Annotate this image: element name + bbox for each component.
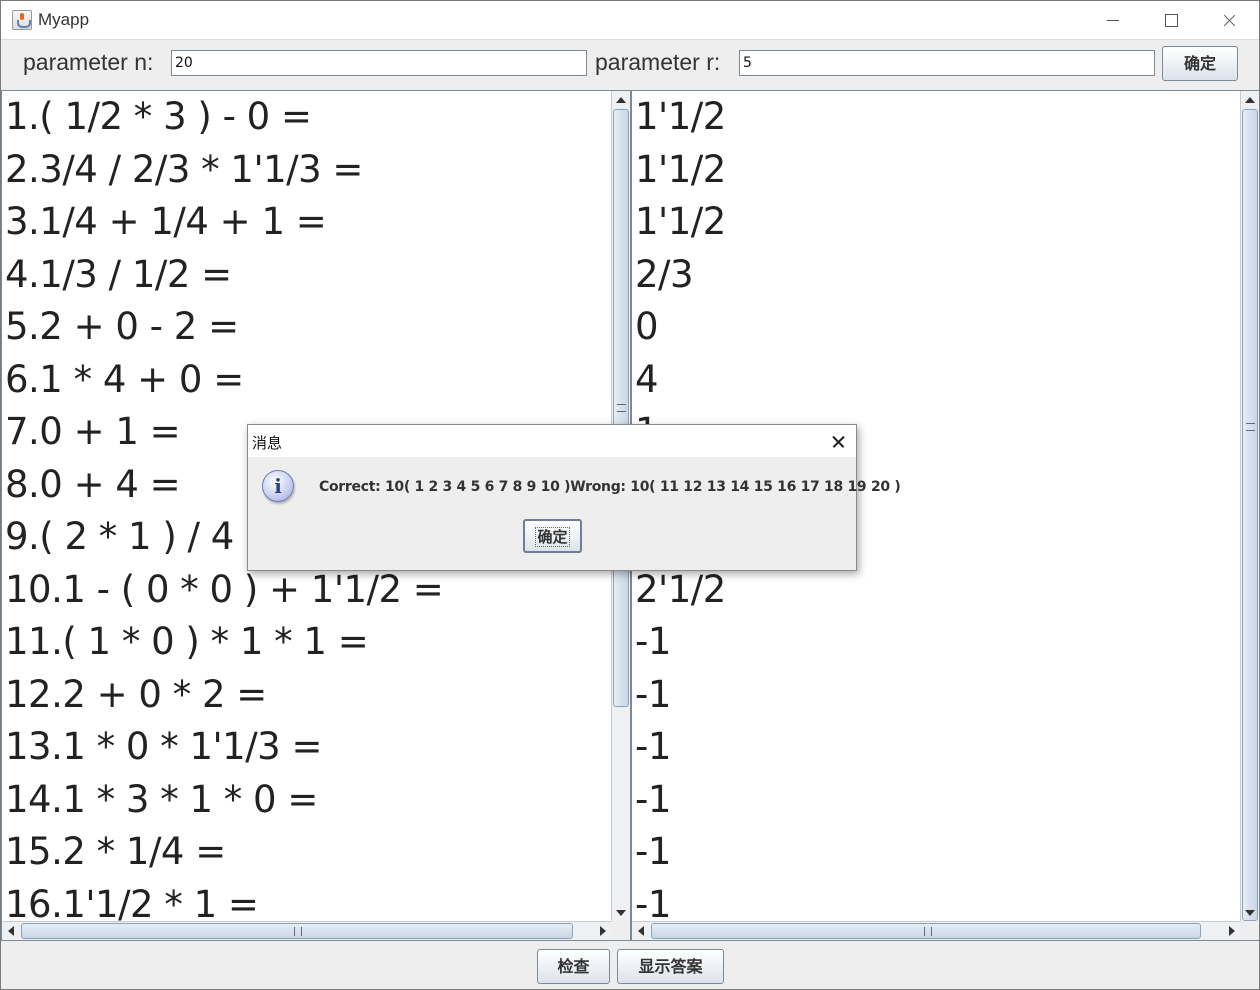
answer-line: 4 xyxy=(635,357,659,401)
scroll-left-arrow-icon[interactable] xyxy=(638,926,644,936)
answer-line: -1 xyxy=(635,830,671,873)
scroll-up-arrow-icon[interactable] xyxy=(616,97,626,103)
answer-line: 2'1/2 xyxy=(635,567,726,611)
scroll-up-arrow-icon[interactable] xyxy=(1245,97,1255,103)
question-line: 14.1 * 3 * 1 * 0 = xyxy=(5,777,318,821)
answer-line: 1'1/2 xyxy=(635,200,726,243)
maximize-button[interactable] xyxy=(1142,1,1200,40)
question-line: 4.1/3 / 1/2 = xyxy=(5,252,232,296)
close-button[interactable] xyxy=(1200,1,1258,40)
answers-horizontal-scrollbar[interactable] xyxy=(632,921,1241,940)
question-line: 11.( 1 * 0 ) * 1 * 1 = xyxy=(5,620,369,663)
title-bar: Myapp xyxy=(1,1,1259,40)
confirm-button[interactable]: 确定 xyxy=(1162,46,1238,81)
question-line: 2.3/4 / 2/3 * 1'1/3 = xyxy=(5,147,363,191)
scroll-down-arrow-icon[interactable] xyxy=(616,910,626,916)
answers-horizontal-scroll-thumb[interactable] xyxy=(651,923,1201,939)
dialog-message: Correct: 10( 1 2 3 4 5 6 7 8 9 10 )Wrong… xyxy=(319,479,901,495)
minimize-button[interactable] xyxy=(1084,1,1142,40)
questions-vertical-scroll-thumb[interactable] xyxy=(613,109,629,707)
java-app-icon xyxy=(12,10,32,30)
scroll-right-arrow-icon[interactable] xyxy=(1229,926,1235,936)
answers-vertical-scroll-thumb[interactable] xyxy=(1242,109,1258,921)
scroll-left-arrow-icon[interactable] xyxy=(8,926,14,936)
answer-line: -1 xyxy=(635,777,671,821)
answer-line: 1'1/2 xyxy=(635,95,726,138)
answer-line: 1'1/2 xyxy=(635,147,726,191)
answer-line: -1 xyxy=(635,882,671,924)
answer-line: -1 xyxy=(635,725,671,768)
answer-line: -1 xyxy=(635,620,671,663)
question-line: 15.2 * 1/4 = xyxy=(5,830,226,873)
question-line: 10.1 - ( 0 * 0 ) + 1'1/2 = xyxy=(5,567,444,611)
question-line: 3.1/4 + 1/4 + 1 = xyxy=(5,200,327,243)
parameter-n-label: parameter n: xyxy=(23,49,154,75)
scrollbar-corner xyxy=(611,921,630,940)
scrollbar-corner xyxy=(1240,921,1259,940)
window-title: Myapp xyxy=(38,10,90,29)
dialog-ok-label: 确定 xyxy=(535,527,570,547)
question-line: 5.2 + 0 - 2 = xyxy=(5,305,239,348)
questions-horizontal-scroll-thumb[interactable] xyxy=(21,923,573,939)
questions-horizontal-scrollbar[interactable] xyxy=(2,921,612,940)
parameter-r-input[interactable] xyxy=(739,50,1155,76)
scroll-down-arrow-icon[interactable] xyxy=(1245,910,1255,916)
message-dialog: 消息 i Correct: 10( 1 2 3 4 5 6 7 8 9 10 )… xyxy=(247,424,901,571)
question-line: 6.1 * 4 + 0 = xyxy=(5,357,244,401)
dialog-title: 消息 xyxy=(252,434,283,452)
check-button[interactable]: 检查 xyxy=(537,949,610,984)
answer-line: 2/3 xyxy=(635,252,694,296)
answer-line: -1 xyxy=(635,672,671,716)
scroll-right-arrow-icon[interactable] xyxy=(600,926,606,936)
dialog-ok-button[interactable]: 确定 xyxy=(523,519,582,553)
question-line: 12.2 + 0 * 2 = xyxy=(5,672,267,716)
show-answers-button[interactable]: 显示答案 xyxy=(617,949,724,984)
answer-line: 0 xyxy=(635,305,659,348)
parameter-r-label: parameter r: xyxy=(595,49,721,75)
question-line: 1.( 1/2 * 3 ) - 0 = xyxy=(5,95,312,138)
dialog-title-bar: 消息 xyxy=(248,425,856,457)
parameter-n-input[interactable] xyxy=(171,50,587,76)
answers-vertical-scrollbar[interactable] xyxy=(1240,91,1259,922)
question-line: 13.1 * 0 * 1'1/3 = xyxy=(5,725,323,768)
info-icon: i xyxy=(262,470,294,502)
app-window: Myapp parameter n: parameter r: 确定 1.( 1… xyxy=(0,0,1260,990)
dialog-close-icon[interactable] xyxy=(820,425,856,457)
question-line: 16.1'1/2 * 1 = xyxy=(5,882,259,924)
